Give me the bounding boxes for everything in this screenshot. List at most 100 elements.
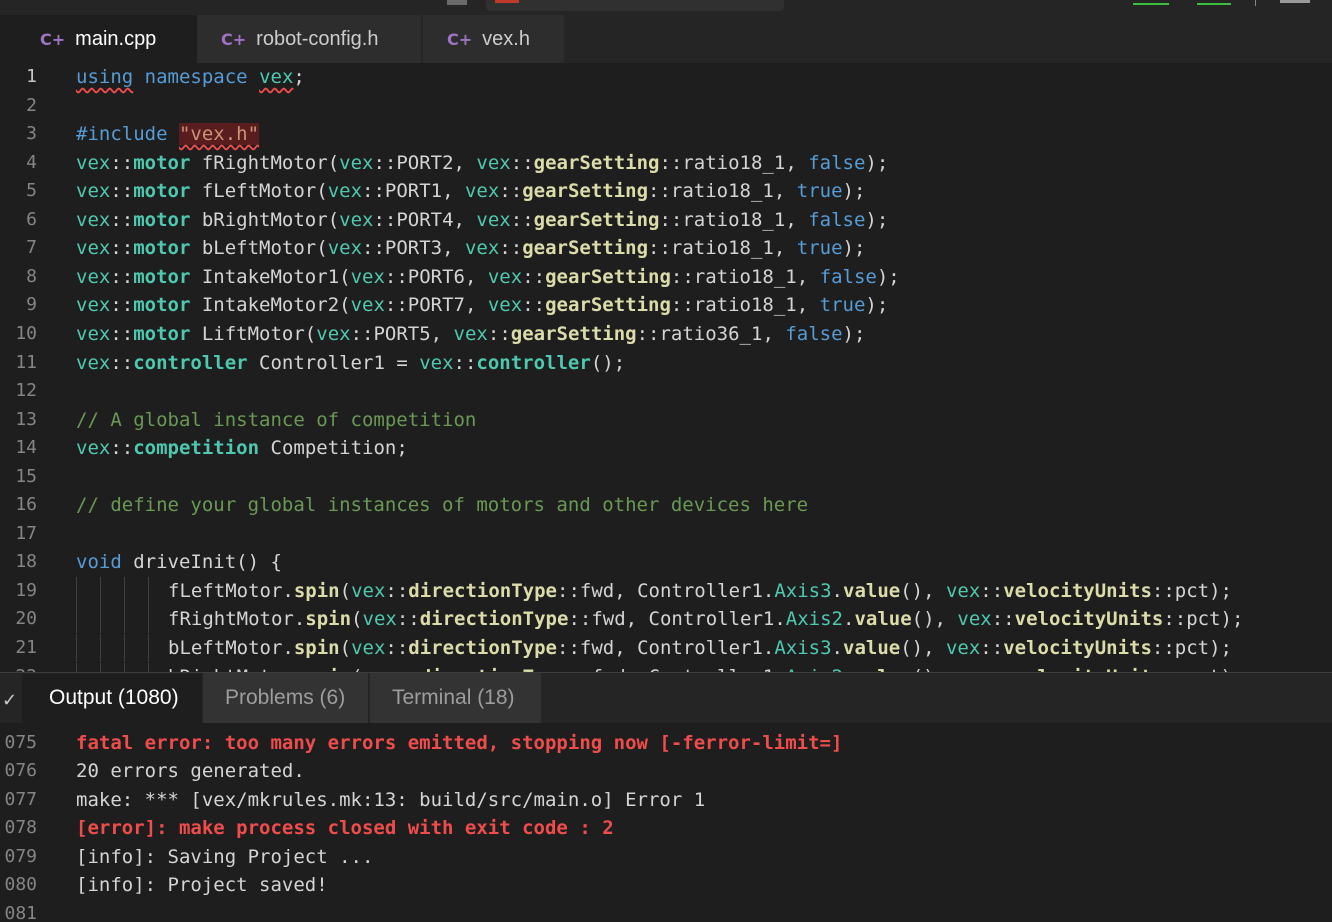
output-line-number: 079 <box>4 845 37 867</box>
log-message: make: *** [vex/mkrules.mk:13: build/src/… <box>76 788 706 811</box>
line-number: 13 <box>15 408 37 430</box>
code-token: gearSetting <box>533 208 660 231</box>
code-line[interactable]: 10 vex::motor LiftMotor(vex::PORT5, vex::… <box>0 320 1332 348</box>
code-line[interactable]: 2 <box>0 92 1332 120</box>
output-line-number: 081 <box>4 902 37 922</box>
code-token: ::ratio18_1, <box>648 180 797 203</box>
code-token: IntakeMotor2( <box>190 294 351 317</box>
code-token: vex <box>453 322 488 345</box>
code-line[interactable]: 1 using namespace vex; <box>0 63 1332 91</box>
code-token: value <box>843 579 901 602</box>
log-message: [info]: Saving Project ... <box>76 845 374 868</box>
code-token: :: <box>510 208 534 231</box>
code-token: true <box>796 237 843 260</box>
code-token: vex <box>76 237 111 260</box>
code-token: motor <box>133 208 191 231</box>
code-token: motor <box>133 237 191 260</box>
line-number: 8 <box>26 265 37 287</box>
log-message: 20 errors generated. <box>76 760 305 783</box>
code-token: // define your global instances of motor… <box>76 494 809 517</box>
code-token: false <box>808 208 866 231</box>
code-token: vex <box>76 294 111 317</box>
output-console[interactable]: 075 fatal error: too many errors emitted,… <box>0 723 1332 922</box>
menu-icon[interactable] <box>447 0 467 5</box>
code-text: vex::motor IntakeMotor1(vex::PORT6, vex:… <box>76 263 900 291</box>
code-token: fLeftMotor. <box>168 579 294 602</box>
line-number: 16 <box>15 494 37 516</box>
indent-guide <box>100 576 101 605</box>
code-line[interactable]: 7 vex::motor bLeftMotor(vex::PORT3, vex::… <box>0 234 1332 262</box>
code-token: ::pct); <box>1151 579 1232 602</box>
code-line[interactable]: 14 vex::competition Competition; <box>0 434 1332 462</box>
code-token: :: <box>499 237 523 260</box>
code-token: ::pct); <box>1151 637 1232 659</box>
code-token: :: <box>522 265 546 288</box>
code-line[interactable]: 15 <box>0 463 1332 491</box>
indent-guide <box>76 576 77 605</box>
code-token: velocityUnits <box>1003 637 1152 659</box>
code-token: ); <box>842 180 866 203</box>
output-line-number: 076 <box>4 760 37 782</box>
tab-vex-h[interactable]: C+ vex.h <box>423 15 564 63</box>
code-token: controller <box>476 351 591 374</box>
code-token: :: <box>487 322 511 345</box>
error-message: fatal error: too many errors emitted, st… <box>76 732 843 754</box>
tab-label: Problems (6) <box>225 686 346 709</box>
tab-robot-config-h[interactable]: C+ robot-config.h <box>197 15 421 63</box>
code-line[interactable]: 11 vex::controller Controller1 = vex::con… <box>0 349 1332 377</box>
tab-label: Output (1080) <box>49 686 179 709</box>
output-line: 078 [error]: make process closed with exi… <box>0 814 1332 842</box>
code-line[interactable]: 18 void driveInit() { <box>0 548 1332 576</box>
code-token: :: <box>110 237 134 260</box>
line-number: 9 <box>26 294 37 316</box>
code-text: fRightMotor.spin(vex::directionType::fwd… <box>168 605 1243 633</box>
code-line[interactable]: 3 #include "vex.h" <box>0 120 1332 148</box>
code-token: :: <box>110 208 134 231</box>
code-token: vex <box>464 237 500 260</box>
code-line[interactable]: 16 // define your global instances of mot… <box>0 491 1332 519</box>
code-token: ::pct); <box>1163 608 1244 631</box>
code-line[interactable]: 22 bRightMotor.spin(vex::directionType::f… <box>0 662 1332 672</box>
command-center-search[interactable] <box>486 0 784 11</box>
code-line[interactable]: 17 <box>0 520 1332 548</box>
run-icon[interactable] <box>1133 0 1169 5</box>
code-editor[interactable]: 1 using namespace vex; 2 3 #include "vex.h" 4… <box>0 63 1332 672</box>
tab-terminal[interactable]: Terminal (18) <box>370 673 541 723</box>
code-token: (), <box>900 637 946 659</box>
check-icon[interactable]: ✓ <box>2 690 17 711</box>
code-token: ; <box>293 66 305 88</box>
code-text: fLeftMotor.spin(vex::directionType::fwd,… <box>168 577 1232 605</box>
code-token: directionType <box>408 637 557 659</box>
code-line[interactable]: 12 <box>0 377 1332 405</box>
code-line[interactable]: 19 fLeftMotor.spin(vex::directionType::fw… <box>0 576 1332 605</box>
code-line[interactable]: 21 bLeftMotor.spin(vex::directionType::fw… <box>0 634 1332 662</box>
code-token: motor <box>133 265 191 288</box>
code-token: gearSetting <box>522 180 649 203</box>
window-minimize-icon[interactable] <box>1280 0 1310 3</box>
code-line[interactable]: 9 vex::motor IntakeMotor2(vex::PORT7, vex… <box>0 291 1332 319</box>
cpp-file-icon: C+ <box>221 29 247 49</box>
code-token: :: <box>522 294 546 317</box>
code-token: false <box>785 322 843 345</box>
tab-problems[interactable]: Problems (6) <box>203 673 368 723</box>
code-line[interactable]: 13 // A global instance of competition <box>0 406 1332 434</box>
code-token: vex <box>76 351 111 374</box>
code-line[interactable]: 5 vex::motor fLeftMotor(vex::PORT1, vex::… <box>0 177 1332 205</box>
code-line[interactable]: 4 vex::motor fRightMotor(vex::PORT2, vex:… <box>0 149 1332 177</box>
tab-main-cpp[interactable]: C+ main.cpp <box>0 15 197 63</box>
code-text: vex::competition Competition; <box>76 434 408 462</box>
code-text: vex::motor fLeftMotor(vex::PORT1, vex::g… <box>76 177 865 205</box>
code-token: motor <box>133 180 191 203</box>
error-message: [error]: make process closed with exit c… <box>76 817 614 840</box>
indent-guide <box>148 605 149 634</box>
code-token: ); <box>876 265 900 288</box>
tab-output[interactable]: Output (1080) <box>22 673 202 723</box>
code-token: ::PORT1, <box>362 180 465 203</box>
code-token: bLeftMotor. <box>168 637 294 659</box>
code-token: controller <box>133 351 248 374</box>
code-line[interactable]: 8 vex::motor IntakeMotor1(vex::PORT6, vex… <box>0 263 1332 291</box>
code-line[interactable]: 20 fRightMotor.spin(vex::directionType::f… <box>0 605 1332 634</box>
code-token: bRightMotor( <box>190 208 340 231</box>
code-line[interactable]: 6 vex::motor bRightMotor(vex::PORT4, vex:… <box>0 206 1332 234</box>
